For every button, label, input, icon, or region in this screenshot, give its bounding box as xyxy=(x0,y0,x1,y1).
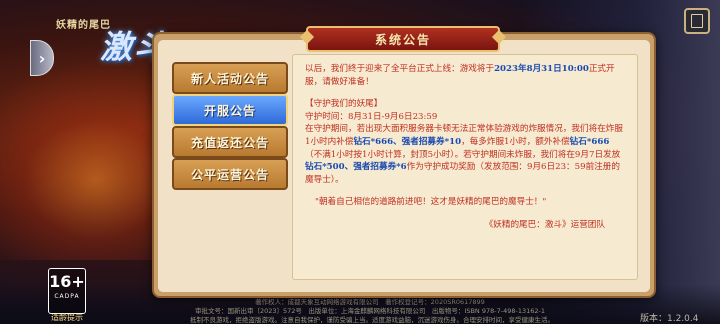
tab-label: 公平运营公告 xyxy=(190,167,269,182)
intro-paragraph: 以后，我们终于迎来了全平台正式上线：游戏将于2023年8月31日10:00正式开… xyxy=(305,63,625,88)
success-reward: 钻石*500、强者招募券*6 xyxy=(305,162,407,173)
age-rating-label: 适龄提示 xyxy=(51,313,83,322)
announcement-dialog: 新人活动公告 开服公告 充值返还公告 公平运营公告 以后，我们终于迎来了全平台正… xyxy=(152,26,656,298)
announcement-content[interactable]: 以后，我们终于迎来了全平台正式上线：游戏将于2023年8月31日10:00正式开… xyxy=(292,54,638,280)
quote-text: "朝着自己相信的道路前进吧！这才是妖精的尾巴的魔导士！" xyxy=(315,197,547,208)
age-rating-badge: 16+ CADPA xyxy=(48,268,86,314)
guard-paragraph: 在守护期间，若出现大面积服务器卡顿无法正常体验游戏的炸服情况，我们将在炸服1小时… xyxy=(305,123,625,186)
guard-text: （不满1小时按1小时计算，封顶5小时）。若守护期间未炸服，我们将在9月7日发放 xyxy=(305,149,621,160)
tab-label: 充值返还公告 xyxy=(190,135,269,150)
compensation-reward: 钻石*666、强者招募券*10 xyxy=(353,136,462,147)
notice-book-icon xyxy=(691,14,703,28)
tab-fair-operation[interactable]: 公平运营公告 xyxy=(172,158,288,190)
tab-label: 新人活动公告 xyxy=(190,71,269,86)
tab-recharge-rebate[interactable]: 充值返还公告 xyxy=(172,126,288,158)
tab-server-open[interactable]: 开服公告 xyxy=(172,94,288,126)
tab-newbie-event[interactable]: 新人活动公告 xyxy=(172,62,288,94)
age-rating-number: 16+ xyxy=(49,272,85,291)
guard-time: 守护时间：8月31日-9月6日23:59 xyxy=(305,111,438,122)
notice-book-button[interactable] xyxy=(684,8,710,34)
dialog-title: 系统公告 xyxy=(374,32,431,47)
guard-text: ，每多炸服1小时，额外补偿 xyxy=(461,136,570,147)
extra-compensation: 钻石*666 xyxy=(569,136,610,147)
dialog-body: 新人活动公告 开服公告 充值返还公告 公平运营公告 以后，我们终于迎来了全平台正… xyxy=(158,40,650,292)
version-text: 版本：1.2.0.4 xyxy=(640,314,699,324)
back-arrow-icon: › xyxy=(38,48,46,68)
launch-time: 2023年8月31日10:00 xyxy=(494,64,589,74)
dialog-title-banner: 系统公告 xyxy=(306,26,500,52)
signature: 《妖精的尾巴：激斗》运营团队 xyxy=(484,219,605,230)
intro-text: 以后，我们终于迎来了全平台正式上线：游戏将于 xyxy=(305,64,495,74)
tab-label: 开服公告 xyxy=(203,103,256,118)
section-title: 【守护我们的妖尾】 xyxy=(305,99,383,110)
age-rating-code: CADPA xyxy=(54,293,80,300)
footer-line-3: 抵制不良游戏，拒绝盗版游戏。注意自我保护，谨防受骗上当。适度游戏益脑，沉迷游戏伤… xyxy=(190,316,554,324)
